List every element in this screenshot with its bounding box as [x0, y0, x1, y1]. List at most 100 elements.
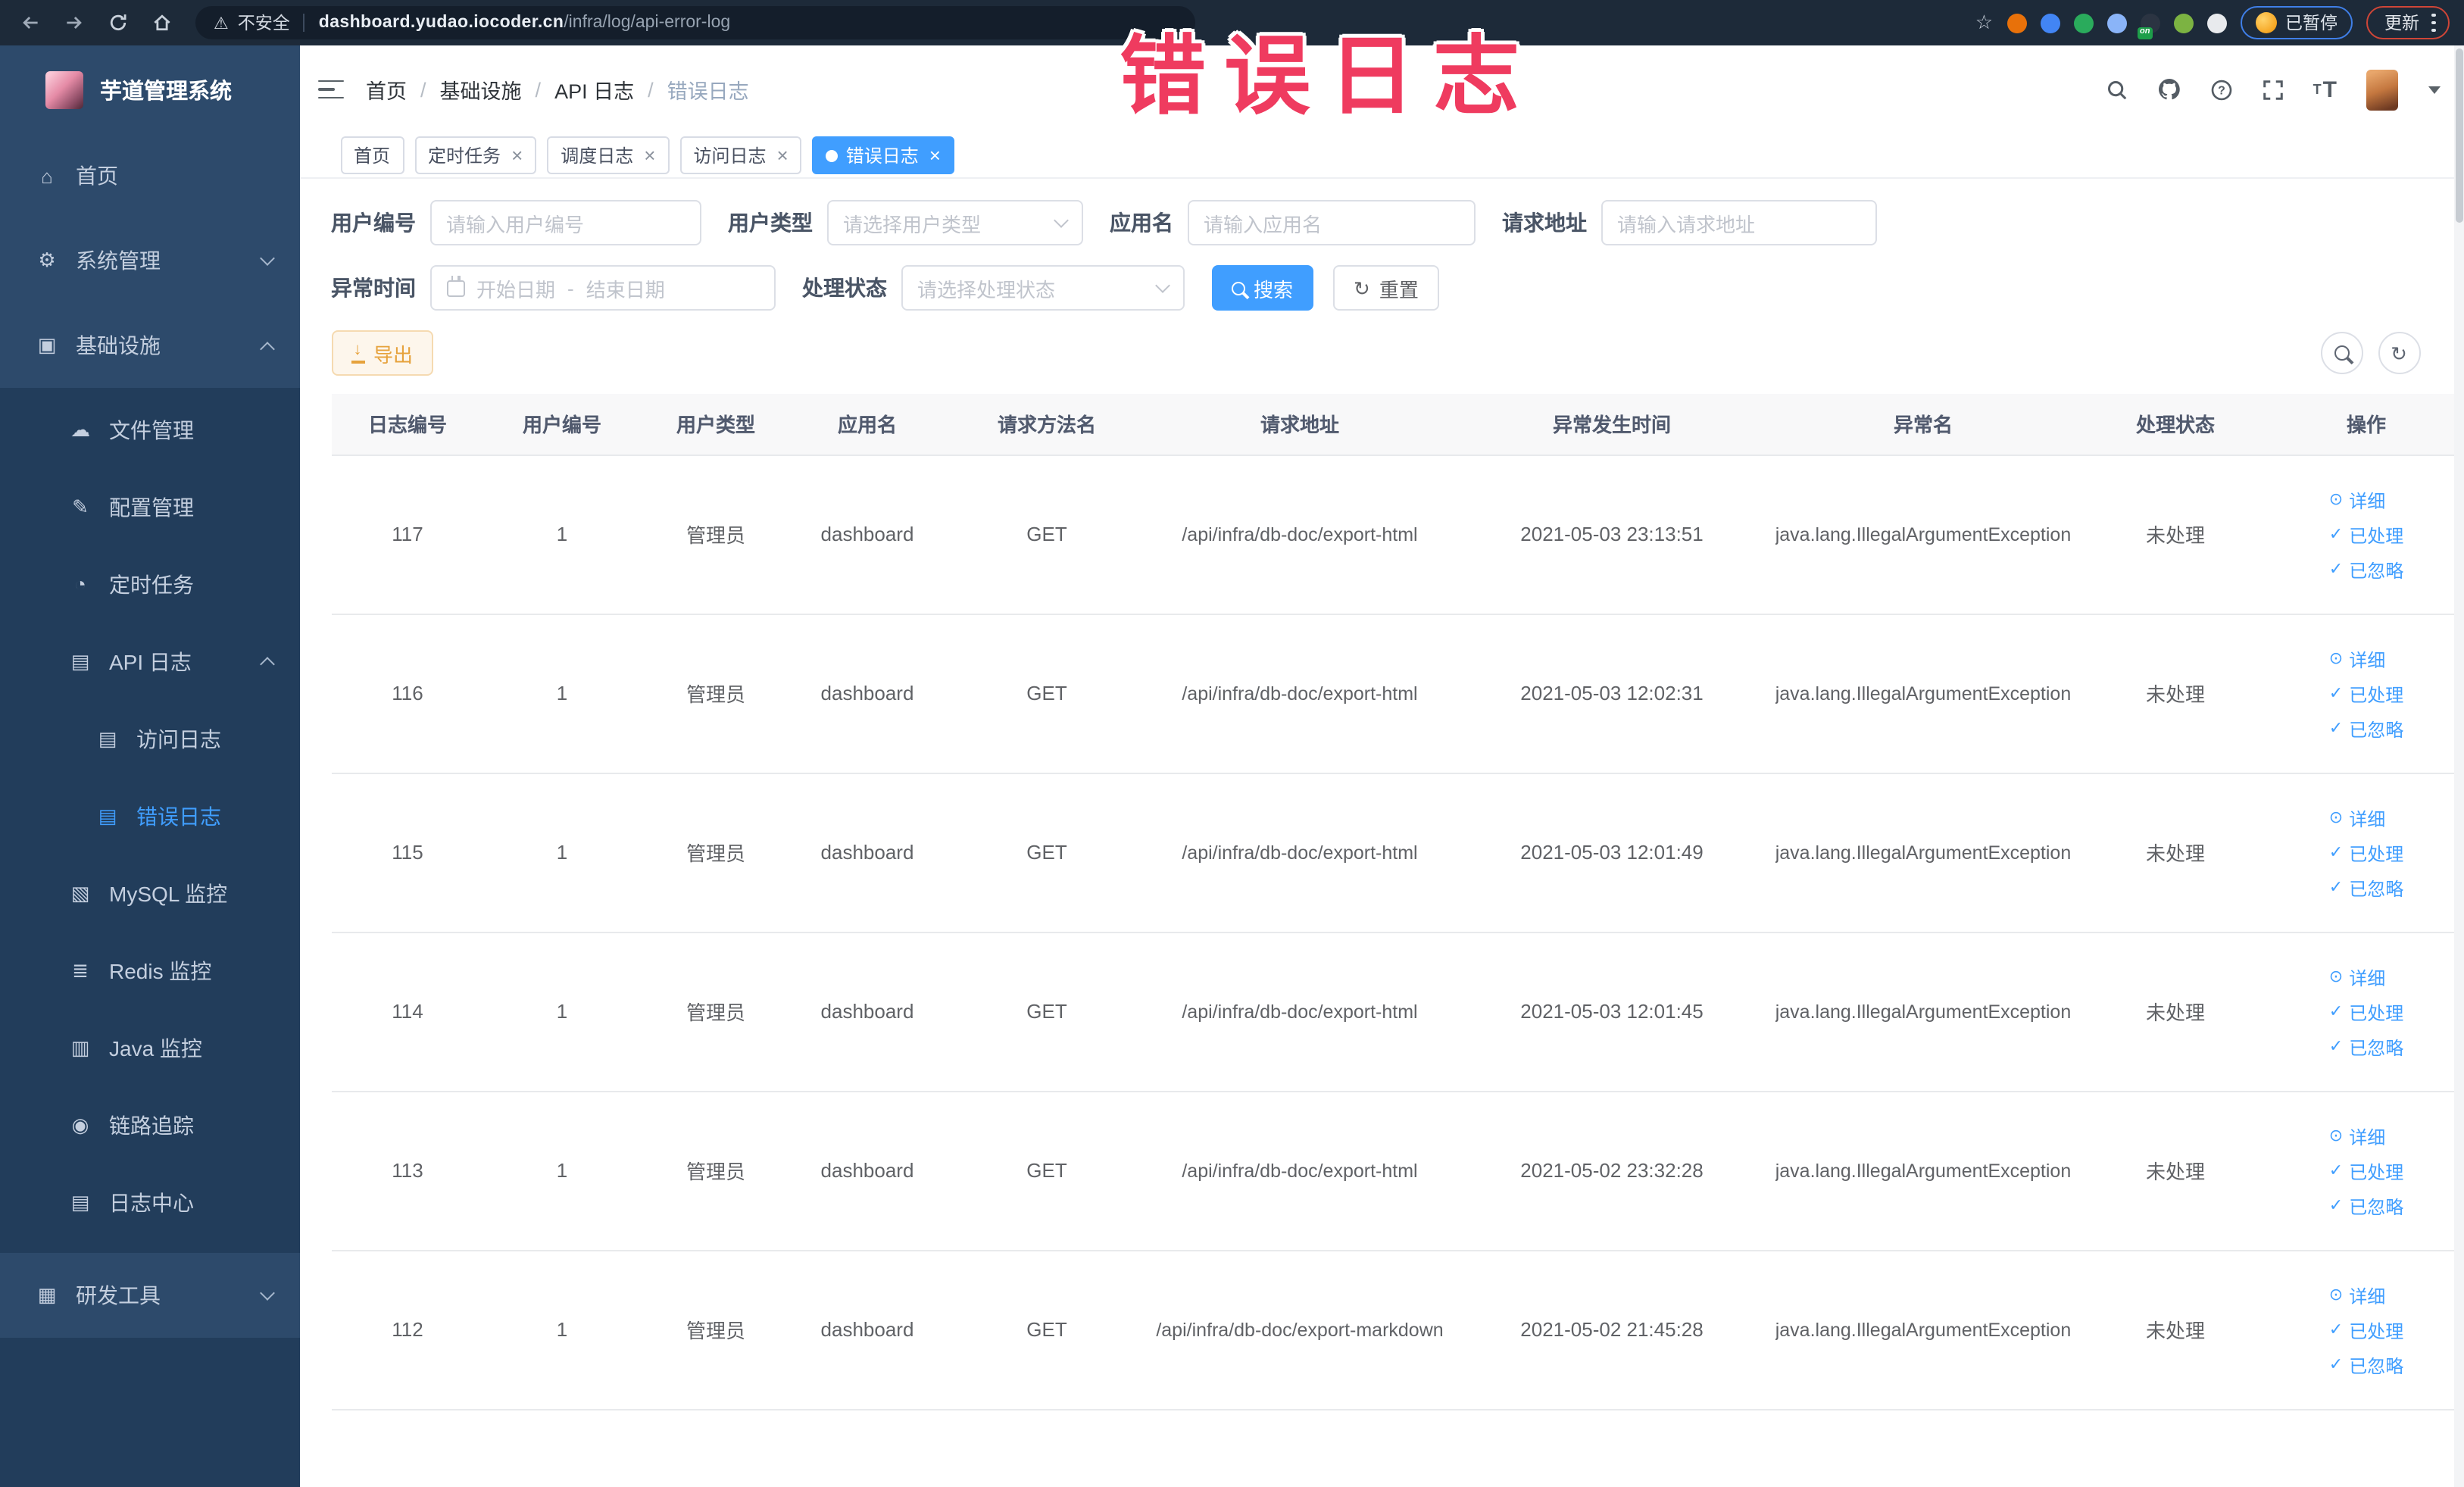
request-url-label: 请求地址	[1502, 211, 1587, 235]
action-processed[interactable]: ✓ 已处理	[2329, 1158, 2403, 1184]
extension-green-v-icon[interactable]	[2073, 13, 2093, 33]
action-processed[interactable]: ✓ 已处理	[2329, 522, 2403, 548]
close-icon[interactable]: ×	[644, 145, 655, 165]
tab-错误日志[interactable]: 错误日志 ×	[812, 136, 954, 174]
sidebar-item-文件管理[interactable]: ☁ 文件管理	[0, 391, 299, 468]
action-processed[interactable]: ✓ 已处理	[2329, 999, 2403, 1025]
paused-extension-pill[interactable]: 已暂停	[2240, 6, 2353, 39]
action-ignored[interactable]: ✓ 已忽略	[2329, 875, 2403, 901]
sidebar-item-配置管理[interactable]: ✎ 配置管理	[0, 468, 299, 545]
toggle-search-button[interactable]	[2320, 332, 2363, 374]
help-icon[interactable]: ?	[2210, 78, 2233, 101]
tab-定时任务[interactable]: 定时任务 ×	[414, 136, 537, 174]
search-icon	[1231, 281, 1244, 295]
collapse-sidebar-icon[interactable]	[317, 80, 343, 99]
browser-home-button[interactable]	[147, 8, 177, 38]
refresh-table-button[interactable]: ↻	[2378, 332, 2420, 374]
sidebar-item-Java-监控[interactable]: ▥ Java 监控	[0, 1009, 299, 1086]
request-url-input[interactable]: 请输入请求地址	[1601, 200, 1876, 245]
cell-time: 2021-05-03 23:13:51	[1449, 455, 1775, 614]
extension-grid-icon[interactable]	[2106, 13, 2126, 33]
browser-back-button[interactable]	[15, 8, 45, 38]
sidebar-item-研发工具[interactable]: ▦ 研发工具	[0, 1253, 299, 1338]
action-ignored[interactable]: ✓ 已忽略	[2329, 716, 2403, 742]
sidebar-menu-tail: ▦ 研发工具	[0, 1253, 299, 1338]
close-icon[interactable]: ×	[777, 145, 789, 165]
sidebar-item-基础设施[interactable]: ▣ 基础设施	[0, 303, 299, 388]
exception-time-label: 异常时间	[331, 276, 416, 300]
eye-icon: ⊙	[2328, 1286, 2344, 1304]
action-processed[interactable]: ✓ 已处理	[2329, 681, 2403, 707]
action-ignored[interactable]: ✓ 已忽略	[2329, 1352, 2403, 1378]
sidebar-item-首页[interactable]: ⌂ 首页	[0, 133, 299, 218]
action-detail[interactable]: ⊙ 详细	[2329, 964, 2385, 990]
app-logo-row[interactable]: 芋道管理系统	[0, 45, 299, 133]
eye-icon: ◉	[71, 1113, 89, 1136]
tab-访问日志[interactable]: 访问日志 ×	[679, 136, 802, 174]
sidebar-item-Redis-监控[interactable]: ≣ Redis 监控	[0, 932, 299, 1009]
address-bar[interactable]: ⚠ 不安全 dashboard.yudao.iocoder.cn /infra/…	[195, 6, 1195, 39]
breadcrumb-item[interactable]: 基础设施	[440, 74, 522, 105]
exception-time-range-picker[interactable]: 开始日期 - 结束日期	[429, 265, 775, 311]
user-avatar[interactable]	[2366, 69, 2397, 110]
cell-user-type: 管理员	[640, 1250, 792, 1410]
cell-method: GET	[943, 614, 1151, 773]
extension-puzzle-icon[interactable]	[2206, 13, 2226, 33]
sidebar-item-系统管理[interactable]: ⚙ 系统管理	[0, 218, 299, 303]
chevron-down-icon[interactable]	[2428, 86, 2440, 93]
briefcase-icon: ▦	[37, 1283, 57, 1306]
tab-首页[interactable]: 首页	[340, 136, 404, 174]
app-name-input[interactable]: 请输入应用名	[1187, 200, 1475, 245]
tab-调度日志[interactable]: 调度日志 ×	[547, 136, 670, 174]
browser-reload-button[interactable]	[103, 8, 133, 38]
search-button[interactable]: 搜索	[1211, 265, 1313, 311]
action-detail[interactable]: ⊙ 详细	[2329, 1282, 2385, 1308]
action-detail[interactable]: ⊙ 详细	[2329, 487, 2385, 513]
fullscreen-icon[interactable]	[2262, 78, 2284, 101]
close-icon[interactable]: ×	[929, 145, 941, 165]
action-detail[interactable]: ⊙ 详细	[2329, 1123, 2385, 1149]
sidebar-item-MySQL-监控[interactable]: ▧ MySQL 监控	[0, 854, 299, 932]
action-ignored[interactable]: ✓ 已忽略	[2329, 557, 2403, 583]
search-icon[interactable]	[2106, 78, 2128, 101]
breadcrumb-item[interactable]: API 日志	[554, 74, 634, 105]
action-processed[interactable]: ✓ 已处理	[2329, 1317, 2403, 1343]
sidebar-item-定时任务[interactable]: ◔ 定时任务	[0, 545, 299, 623]
reset-button[interactable]: ↻ 重置	[1332, 265, 1440, 311]
github-icon[interactable]	[2157, 77, 2181, 102]
export-button[interactable]: ↓ 导出	[331, 330, 433, 376]
sidebar-item-链路追踪[interactable]: ◉ 链路追踪	[0, 1086, 299, 1164]
sidebar-item-日志中心[interactable]: ▤ 日志中心	[0, 1164, 299, 1241]
action-detail[interactable]: ⊙ 详细	[2329, 805, 2385, 831]
action-processed[interactable]: ✓ 已处理	[2329, 840, 2403, 866]
extension-dark-on-icon[interactable]: on	[2137, 13, 2160, 39]
close-icon[interactable]: ×	[511, 145, 523, 165]
extension-plant-icon[interactable]	[2173, 13, 2193, 33]
extension-blue-shield-icon[interactable]	[2040, 13, 2060, 33]
cell-user-type: 管理员	[640, 455, 792, 614]
extension-orange-icon[interactable]	[2006, 13, 2026, 33]
page-scrollbar[interactable]	[2453, 45, 2464, 1487]
cell-user-id: 1	[484, 1250, 640, 1410]
sidebar-item-访问日志[interactable]: ▤ 访问日志	[0, 700, 299, 777]
process-status-select[interactable]: 请选择处理状态	[901, 265, 1184, 311]
table-row: 113 1 管理员 dashboard GET/api/infra/db-doc/exp…	[331, 1091, 2453, 1251]
action-ignored[interactable]: ✓ 已忽略	[2329, 1034, 2403, 1060]
browser-update-button[interactable]: 更新	[2366, 6, 2449, 39]
font-size-icon[interactable]: TT	[2313, 77, 2337, 102]
action-detail[interactable]: ⊙ 详细	[2329, 646, 2385, 672]
bookmark-star-icon[interactable]: ☆	[1975, 11, 1993, 35]
kebab-menu-icon[interactable]	[2431, 13, 2435, 33]
active-dot-icon	[826, 149, 839, 161]
sidebar-menu-top: ⌂ 首页 ⚙ 系统管理 ▣ 基础设施	[0, 133, 299, 388]
browser-forward-button[interactable]	[59, 8, 89, 38]
breadcrumb-item[interactable]: 首页	[366, 74, 407, 105]
cell-id: 117	[331, 455, 484, 614]
action-ignored[interactable]: ✓ 已忽略	[2329, 1193, 2403, 1219]
user-id-input[interactable]: 请输入用户编号	[429, 200, 701, 245]
user-type-select[interactable]: 请选择用户类型	[826, 200, 1082, 245]
calendar-icon	[446, 276, 464, 296]
sidebar-item-错误日志[interactable]: ▤ 错误日志	[0, 777, 299, 854]
scrollbar-thumb[interactable]	[2455, 48, 2462, 223]
sidebar-item-API-日志[interactable]: ▤ API 日志	[0, 623, 299, 700]
